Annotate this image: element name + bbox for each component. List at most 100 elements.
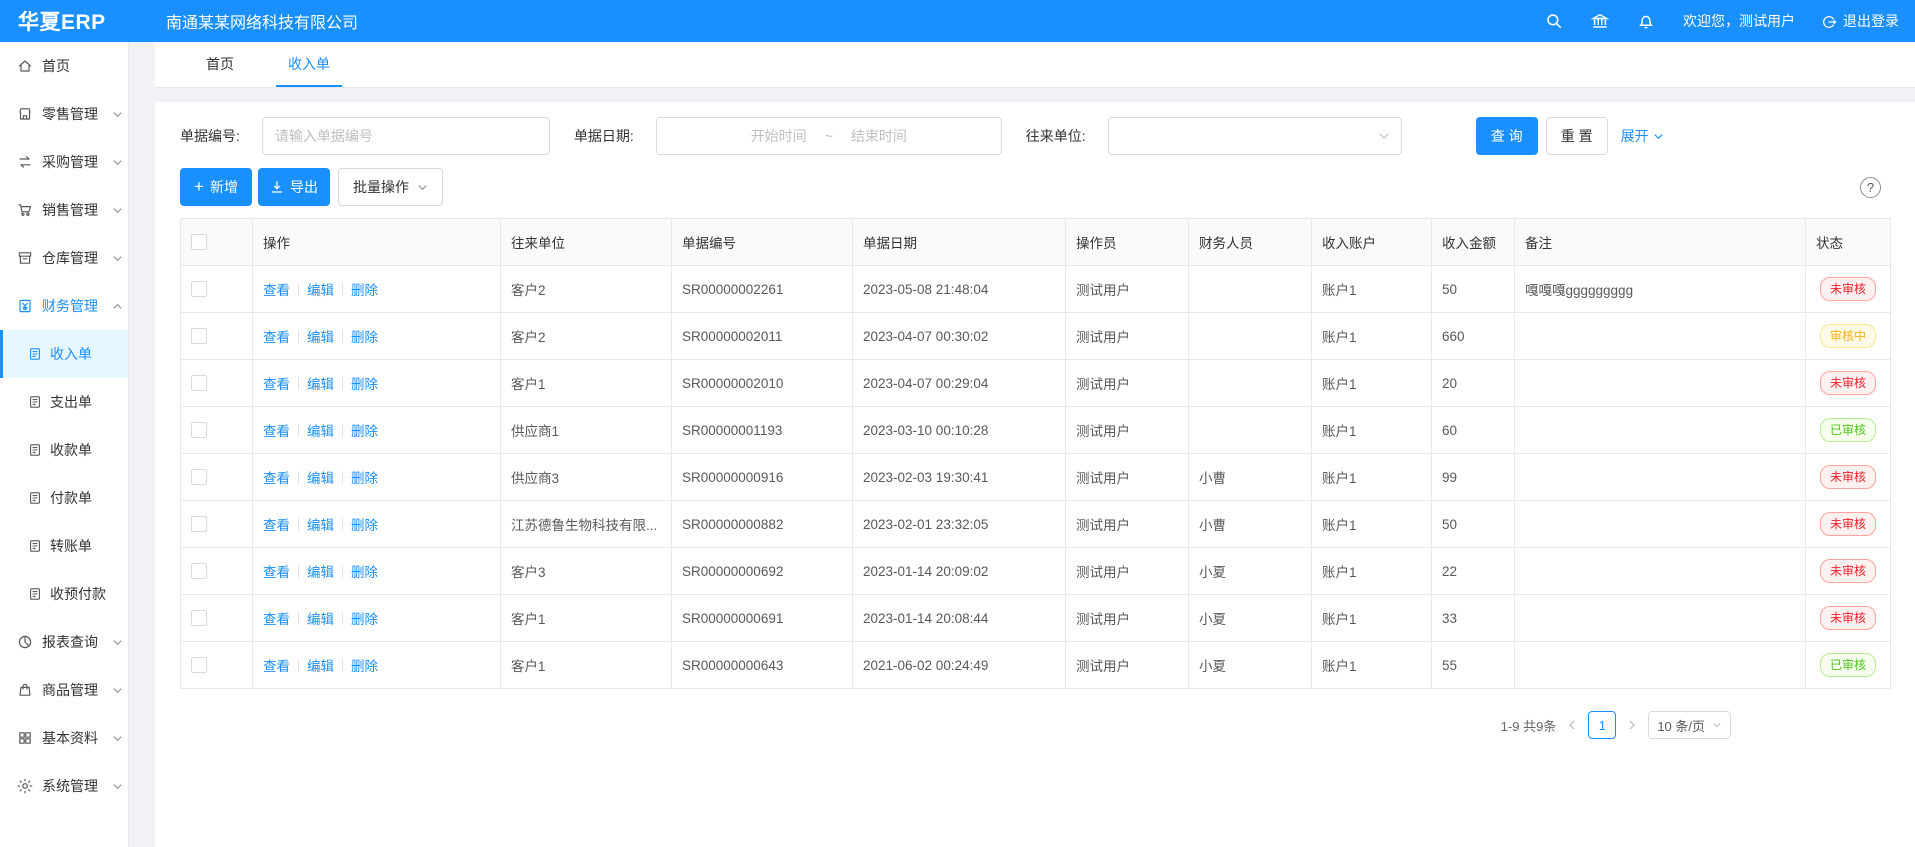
logout-button[interactable]: 退出登录 <box>1821 11 1899 31</box>
partner-select[interactable] <box>1108 117 1402 155</box>
link-separator <box>342 283 343 296</box>
sidebar-item-purchase[interactable]: 采购管理 <box>0 138 128 186</box>
finance-staff-cell: 小曹 <box>1189 454 1312 501</box>
select-all-checkbox[interactable] <box>191 234 207 250</box>
row-checkbox[interactable] <box>191 375 207 391</box>
sidebar-item-system[interactable]: 系统管理 <box>0 762 128 810</box>
app-root: 华夏ERP 南通某某网络科技有限公司 欢迎您，测试用户 退出登录 首页零售管理采… <box>0 0 1915 847</box>
help-icon[interactable]: ? <box>1860 177 1881 198</box>
edit-link[interactable]: 编辑 <box>307 608 334 628</box>
date-range-picker[interactable]: 开始时间 ~ 结束时间 <box>656 117 1002 155</box>
edit-link[interactable]: 编辑 <box>307 373 334 393</box>
operator-cell: 测试用户 <box>1066 548 1189 595</box>
row-checkbox[interactable] <box>191 563 207 579</box>
expand-toggle[interactable]: 展开 <box>1621 126 1664 146</box>
delete-link[interactable]: 删除 <box>351 561 378 581</box>
column-header-amount: 收入金额 <box>1432 219 1515 266</box>
delete-link[interactable]: 删除 <box>351 608 378 628</box>
sidebar-item-warehouse[interactable]: 仓库管理 <box>0 234 128 282</box>
bill-number-input[interactable] <box>262 117 550 155</box>
page-1-button[interactable]: 1 <box>1588 711 1616 739</box>
sidebar-item-sales[interactable]: 销售管理 <box>0 186 128 234</box>
checkbox-cell <box>181 266 253 313</box>
sidebar-item-retail[interactable]: 零售管理 <box>0 90 128 138</box>
delete-link[interactable]: 删除 <box>351 420 378 440</box>
edit-link[interactable]: 编辑 <box>307 420 334 440</box>
delete-link[interactable]: 删除 <box>351 655 378 675</box>
sidebar-item-report[interactable]: 报表查询 <box>0 618 128 666</box>
sidebar-subitem-label: 付款单 <box>50 488 92 508</box>
edit-link[interactable]: 编辑 <box>307 514 334 534</box>
tab-home[interactable]: 首页 <box>194 42 246 87</box>
export-button[interactable]: 导出 <box>258 168 330 206</box>
account-cell: 账户1 <box>1312 548 1432 595</box>
link-separator <box>298 565 299 578</box>
bank-icon[interactable] <box>1591 12 1609 30</box>
remark-cell <box>1515 501 1806 548</box>
sidebar-subitem-income[interactable]: 收入单 <box>0 330 128 378</box>
sidebar-subitem-payment[interactable]: 付款单 <box>0 474 128 522</box>
edit-link[interactable]: 编辑 <box>307 467 334 487</box>
finance-staff-cell <box>1189 266 1312 313</box>
add-button[interactable]: + 新增 <box>180 168 252 206</box>
view-link[interactable]: 查看 <box>263 467 290 487</box>
view-link[interactable]: 查看 <box>263 608 290 628</box>
date-end-placeholder: 结束时间 <box>851 126 907 146</box>
view-link[interactable]: 查看 <box>263 326 290 346</box>
page-size-select[interactable]: 10 条/页 <box>1648 711 1731 739</box>
row-checkbox[interactable] <box>191 610 207 626</box>
row-checkbox[interactable] <box>191 281 207 297</box>
sidebar-subitem-receipt[interactable]: 收款单 <box>0 426 128 474</box>
status-cell: 未审核 <box>1806 501 1891 548</box>
row-checkbox[interactable] <box>191 516 207 532</box>
table-row: 查看编辑删除客户1SR000000020102023-04-07 00:29:0… <box>181 360 1891 407</box>
edit-link[interactable]: 编辑 <box>307 326 334 346</box>
bell-icon[interactable] <box>1637 12 1655 30</box>
delete-link[interactable]: 删除 <box>351 279 378 299</box>
edit-link[interactable]: 编辑 <box>307 655 334 675</box>
view-link[interactable]: 查看 <box>263 514 290 534</box>
sidebar-subitem-expense[interactable]: 支出单 <box>0 378 128 426</box>
next-page-button[interactable] <box>1626 719 1638 731</box>
row-checkbox[interactable] <box>191 422 207 438</box>
sidebar-subitem-label: 收预付款 <box>50 584 106 604</box>
sidebar-item-basic[interactable]: 基本资料 <box>0 714 128 762</box>
doc-icon <box>28 443 42 457</box>
view-link[interactable]: 查看 <box>263 279 290 299</box>
sidebar-item-goods[interactable]: 商品管理 <box>0 666 128 714</box>
app-logo[interactable]: 华夏ERP <box>0 6 129 36</box>
delete-link[interactable]: 删除 <box>351 326 378 346</box>
sidebar-item-home[interactable]: 首页 <box>0 42 128 90</box>
reset-button[interactable]: 重 置 <box>1546 117 1608 155</box>
date-cell: 2023-01-14 20:08:44 <box>853 595 1066 642</box>
amount-cell: 50 <box>1432 266 1515 313</box>
column-header-date: 单据日期 <box>853 219 1066 266</box>
delete-link[interactable]: 删除 <box>351 467 378 487</box>
amount-cell: 33 <box>1432 595 1515 642</box>
view-link[interactable]: 查看 <box>263 561 290 581</box>
chevron-down-icon <box>112 685 123 696</box>
row-checkbox[interactable] <box>191 328 207 344</box>
edit-link[interactable]: 编辑 <box>307 561 334 581</box>
tab-income[interactable]: 收入单 <box>276 42 342 87</box>
delete-link[interactable]: 删除 <box>351 514 378 534</box>
view-link[interactable]: 查看 <box>263 373 290 393</box>
row-checkbox[interactable] <box>191 657 207 673</box>
row-checkbox[interactable] <box>191 469 207 485</box>
doc-icon <box>28 347 42 361</box>
number-cell: SR00000002261 <box>672 266 853 313</box>
prev-page-button[interactable] <box>1566 719 1578 731</box>
welcome-text: 欢迎您，测试用户 <box>1683 11 1795 31</box>
sidebar-item-finance[interactable]: 财务管理 <box>0 282 128 330</box>
search-button[interactable]: 查 询 <box>1476 117 1538 155</box>
operator-cell: 测试用户 <box>1066 595 1189 642</box>
view-link[interactable]: 查看 <box>263 420 290 440</box>
sidebar-subitem-transfer[interactable]: 转账单 <box>0 522 128 570</box>
view-link[interactable]: 查看 <box>263 655 290 675</box>
delete-link[interactable]: 删除 <box>351 373 378 393</box>
sidebar-subitem-advance[interactable]: 收预付款 <box>0 570 128 618</box>
status-cell: 审核中 <box>1806 313 1891 360</box>
batch-menu-button[interactable]: 批量操作 <box>338 168 443 206</box>
edit-link[interactable]: 编辑 <box>307 279 334 299</box>
search-icon[interactable] <box>1545 12 1563 30</box>
